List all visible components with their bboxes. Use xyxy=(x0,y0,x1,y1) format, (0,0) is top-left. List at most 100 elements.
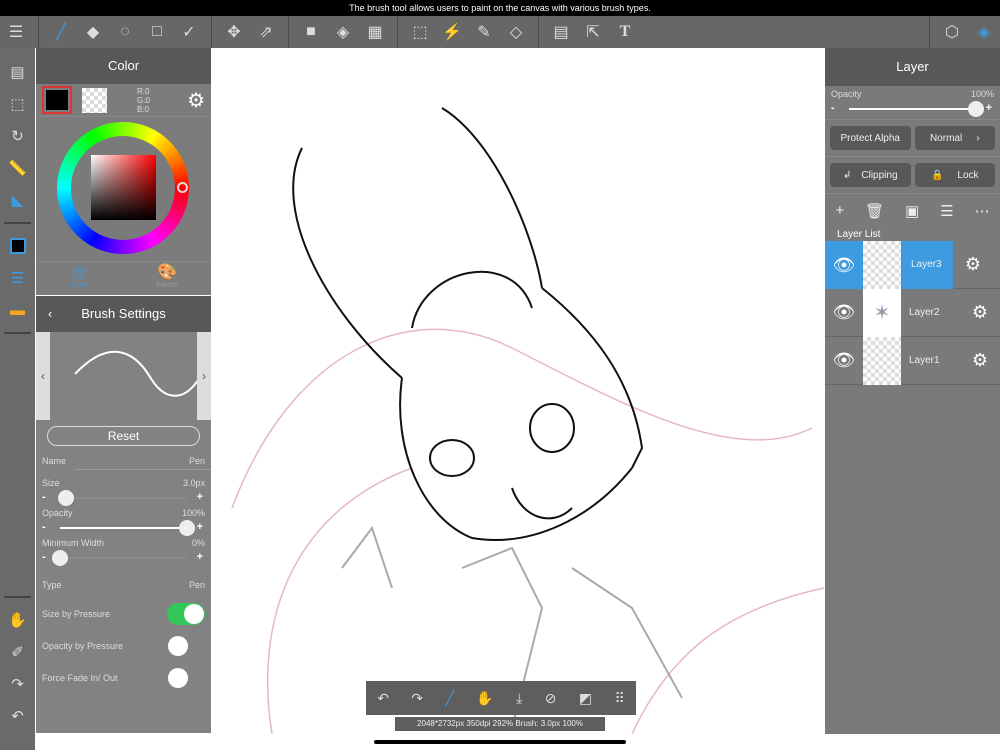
fill-color-icon[interactable]: ■ xyxy=(295,16,327,48)
blur-icon[interactable]: ◌ xyxy=(109,16,141,48)
eye-icon[interactable]: 👁 xyxy=(825,350,863,371)
fade-toggle[interactable] xyxy=(167,667,205,689)
rotate-icon[interactable]: ↻ xyxy=(0,120,35,152)
layer-row-layer3[interactable]: 👁 Layer3 ⚙ xyxy=(825,240,1000,289)
gear-icon[interactable]: ⚙ xyxy=(953,254,993,275)
materials-icon[interactable]: ⬡ xyxy=(936,16,968,48)
text-icon[interactable]: T xyxy=(609,16,641,48)
select-pen-icon[interactable]: ✎ xyxy=(468,16,500,48)
opacity-slider[interactable]: - + xyxy=(42,518,205,538)
layer-panel: Layer Opacity 100% - + Protect Alpha Norma… xyxy=(825,48,1000,734)
eye-icon[interactable]: 👁 xyxy=(825,302,863,323)
primary-color-swatch[interactable] xyxy=(42,86,72,114)
brush-transform-icon[interactable]: ╱ xyxy=(445,690,453,707)
layer-image-icon[interactable]: ▣ xyxy=(905,202,919,220)
protect-alpha-button[interactable]: Protect Alpha xyxy=(830,126,911,150)
drawing-canvas[interactable] xyxy=(212,48,824,734)
min-width-label: Minimum Width xyxy=(42,538,105,548)
fullscreen-icon[interactable]: ◩ xyxy=(579,690,592,707)
color-panel-title: Color xyxy=(36,48,211,84)
opacity-value: 100% xyxy=(181,508,205,518)
redo-icon[interactable]: ↷ xyxy=(411,690,423,707)
brush-stroke-preview xyxy=(74,350,197,397)
tab-palette[interactable]: 🎨 Palette xyxy=(124,262,212,295)
layer-opacity-value: 100% xyxy=(970,89,994,99)
eyedropper-icon[interactable]: ✐ xyxy=(0,636,35,668)
ruler-icon[interactable]: 📏 xyxy=(0,152,35,184)
menu-icon[interactable]: ☰ xyxy=(0,16,32,48)
size-pressure-label: Size by Pressure xyxy=(42,609,111,619)
select-rect-icon[interactable]: ⬚ xyxy=(404,16,436,48)
left-tool-strip: ▤ ⬚ ↻ 📏 ◣ ☰ ▬ ✋ ✐ ↷ ↶ xyxy=(0,48,35,750)
layer-thumbnail xyxy=(863,240,901,289)
clipping-button[interactable]: ↲ Clipping xyxy=(830,163,911,187)
trash-icon[interactable]: 🗑 xyxy=(865,202,884,220)
rotate-reset-icon[interactable]: ⊘ xyxy=(545,690,557,707)
blue-value: B:0 xyxy=(137,104,150,114)
rectangle-icon[interactable]: □ xyxy=(141,16,173,48)
bucket-icon[interactable]: ◈ xyxy=(327,16,359,48)
snap-icon[interactable]: ◣ xyxy=(0,184,35,216)
lock-button[interactable]: 🔒 Lock xyxy=(914,163,995,187)
undo-icon[interactable]: ↶ xyxy=(377,690,389,707)
frame-icon[interactable]: ▤ xyxy=(545,16,577,48)
grid-icon[interactable]: ⠿ xyxy=(614,690,624,707)
tab-color[interactable]: ◎ Color xyxy=(36,262,124,295)
gear-icon[interactable]: ⚙ xyxy=(960,350,1000,371)
type-value[interactable]: Pen xyxy=(189,580,205,590)
select-layer-icon[interactable]: ⇱ xyxy=(577,16,609,48)
layer-opacity-label: Opacity xyxy=(831,89,862,99)
color-wheel[interactable] xyxy=(36,117,211,261)
saturation-value-square[interactable] xyxy=(91,155,156,220)
next-brush-button[interactable]: › xyxy=(197,332,211,420)
layer-name: Layer2 xyxy=(909,306,940,318)
reset-button[interactable]: Reset xyxy=(47,426,200,446)
opacity-pressure-toggle[interactable] xyxy=(167,635,205,657)
pages-icon[interactable]: ▤ xyxy=(0,56,35,88)
back-button[interactable]: ‹ xyxy=(48,296,52,332)
opacity-label: Opacity xyxy=(42,508,73,518)
move-icon[interactable]: ✥ xyxy=(218,16,250,48)
name-field[interactable]: Pen xyxy=(189,456,205,466)
brush-settings-icon[interactable]: ☰ xyxy=(0,262,35,294)
min-width-slider[interactable]: - + xyxy=(42,548,205,568)
hue-handle[interactable] xyxy=(177,182,188,193)
blend-mode-button[interactable]: Normal › xyxy=(914,126,995,150)
secondary-color-swatch[interactable] xyxy=(82,87,107,113)
vector-icon[interactable]: ✓ xyxy=(173,16,205,48)
layer-thumbnail xyxy=(863,336,901,385)
layer-thumbnail: ✶ xyxy=(863,288,901,337)
artwork-sketch xyxy=(231,107,824,734)
size-slider[interactable]: - + xyxy=(42,488,205,508)
prev-brush-button[interactable]: ‹ xyxy=(36,332,50,420)
add-layer-icon[interactable]: + xyxy=(835,202,844,219)
layer-opacity-slider[interactable]: - + xyxy=(831,99,994,119)
home-indicator xyxy=(374,740,626,744)
gear-icon[interactable]: ⚙ xyxy=(187,88,205,113)
layer-name: Layer3 xyxy=(901,240,953,289)
color-swatch-icon[interactable] xyxy=(0,230,35,262)
size-pressure-toggle[interactable] xyxy=(167,603,205,625)
undo-icon[interactable]: ↶ xyxy=(0,700,35,732)
transform-icon[interactable]: ⇗ xyxy=(250,16,282,48)
magic-wand-icon[interactable]: ⚡ xyxy=(436,16,468,48)
brush-icon[interactable]: ╱ xyxy=(45,16,77,48)
layer-row-layer2[interactable]: 👁 ✶ Layer2 ⚙ xyxy=(825,288,1000,337)
import-icon[interactable]: ⤓ xyxy=(516,690,522,707)
selection-icon[interactable]: ⬚ xyxy=(0,88,35,120)
gradient-icon[interactable]: ▦ xyxy=(359,16,391,48)
brush-settings-panel: ‹ Brush Settings ‹ › Reset Name Pen Size 3… xyxy=(36,296,211,733)
layer-list-icon[interactable]: ☰ xyxy=(940,202,953,220)
layer-row-layer1[interactable]: 👁 Layer1 ⚙ xyxy=(825,336,1000,385)
eraser-icon[interactable]: ◆ xyxy=(77,16,109,48)
type-label: Type xyxy=(42,580,62,590)
color-sliders-icon[interactable]: ▬ xyxy=(0,294,35,326)
more-icon[interactable]: ⋯ xyxy=(975,202,990,220)
layers-icon[interactable]: ◈ xyxy=(968,16,1000,48)
select-eraser-icon[interactable]: ◇ xyxy=(500,16,532,48)
eye-icon[interactable]: 👁 xyxy=(825,240,863,289)
hand-icon[interactable]: ✋ xyxy=(476,690,493,707)
redo-icon[interactable]: ↷ xyxy=(0,668,35,700)
hand-icon[interactable]: ✋ xyxy=(0,604,35,636)
gear-icon[interactable]: ⚙ xyxy=(960,302,1000,323)
